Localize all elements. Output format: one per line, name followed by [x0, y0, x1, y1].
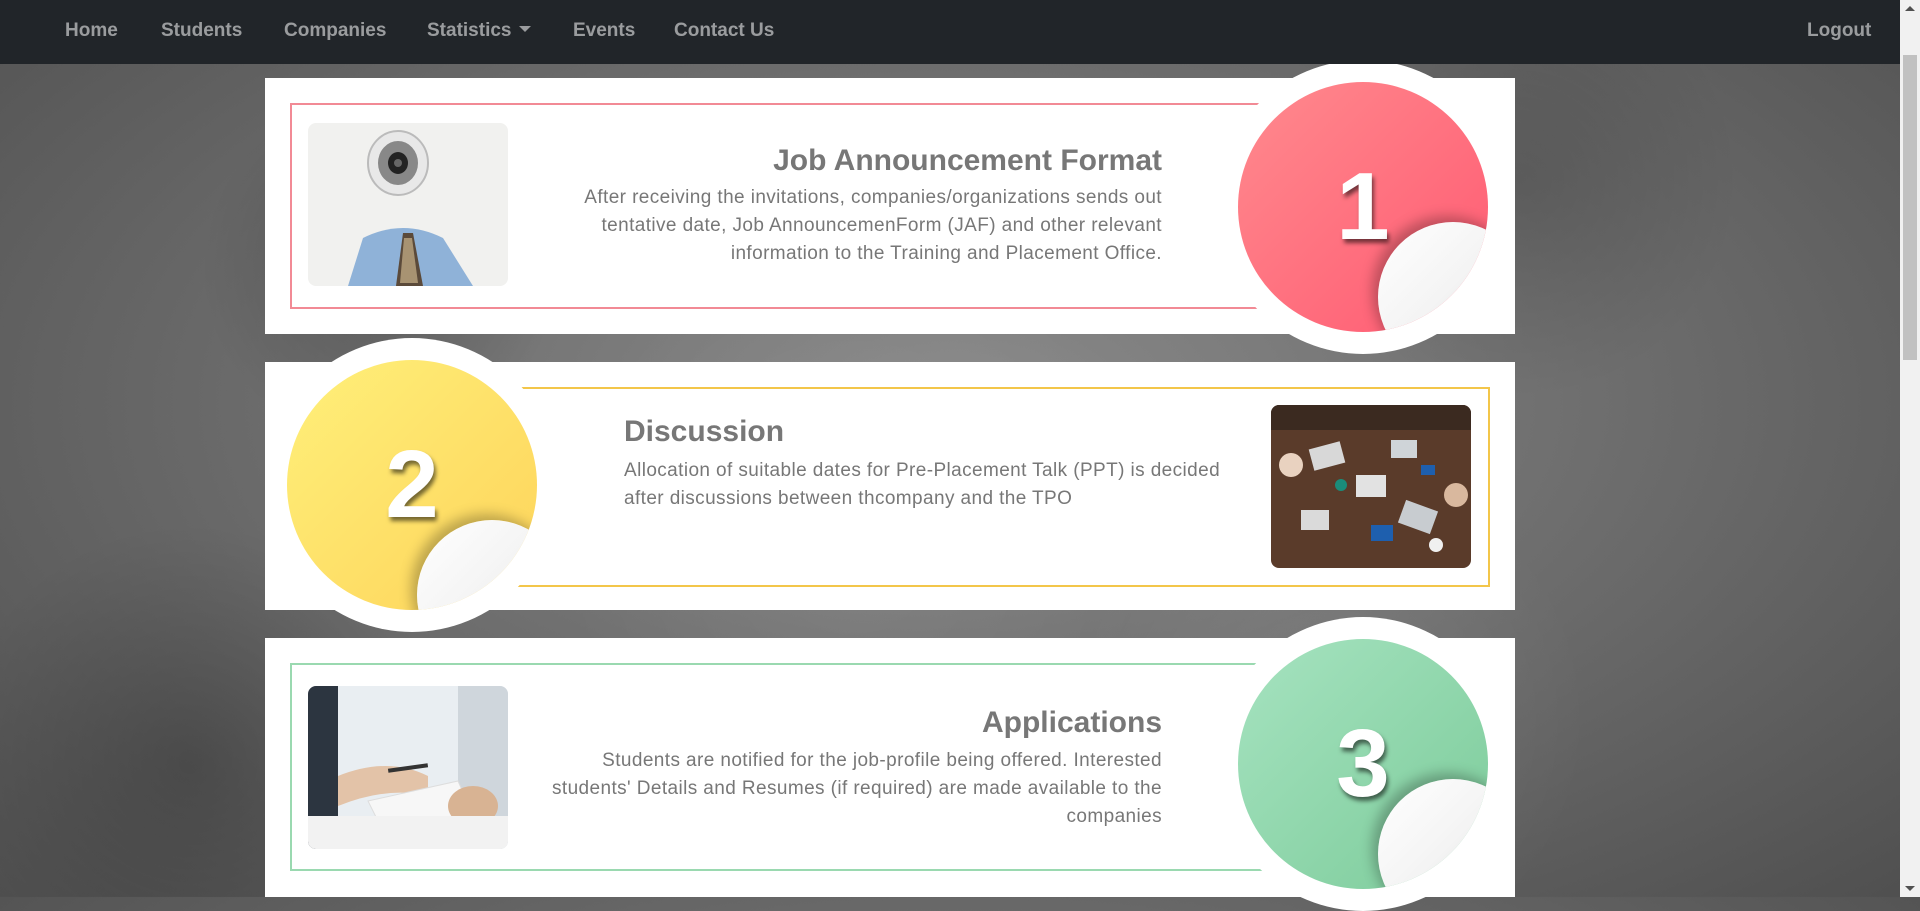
- step-description: Students are notified for the job-profil…: [552, 750, 1162, 827]
- step-description: Allocation of suitable dates for Pre-Pla…: [624, 460, 1221, 509]
- step-title: Job Announcement Format: [773, 144, 1162, 177]
- step-badge-3: 3: [1216, 617, 1510, 911]
- step-badge-2: 2: [265, 338, 559, 632]
- step-title: Discussion: [624, 415, 785, 448]
- logout-button[interactable]: Logout: [1807, 0, 1871, 64]
- scrollbar-thumb[interactable]: [1903, 55, 1917, 360]
- chevron-down-icon: [519, 26, 532, 32]
- badge-circle: 2: [287, 360, 537, 610]
- badge-circle: 3: [1238, 639, 1488, 889]
- meeting-table-photo: [1271, 405, 1471, 568]
- page-scrollbar[interactable]: [1900, 0, 1920, 897]
- nav-statistics[interactable]: Statistics: [427, 0, 532, 64]
- megaphone-photo: [308, 123, 508, 286]
- nav-contact-us[interactable]: Contact Us: [674, 0, 774, 64]
- scroll-up-arrow-icon[interactable]: [1905, 6, 1915, 11]
- badge-circle: 1: [1238, 82, 1488, 332]
- nav-events[interactable]: Events: [573, 0, 635, 64]
- nav-companies[interactable]: Companies: [284, 0, 386, 64]
- step-badge-1: 1: [1216, 60, 1510, 354]
- nav-statistics-label: Statistics: [427, 20, 512, 41]
- nav-students[interactable]: Students: [161, 0, 242, 64]
- scroll-down-arrow-icon[interactable]: [1905, 886, 1915, 891]
- step-title: Applications: [981, 706, 1162, 739]
- top-navbar: Home Students Companies Statistics Event…: [0, 0, 1900, 64]
- nav-home[interactable]: Home: [65, 0, 118, 64]
- handshake-document-photo: [308, 686, 508, 849]
- step-description: After receiving the invitations, compani…: [584, 187, 1162, 264]
